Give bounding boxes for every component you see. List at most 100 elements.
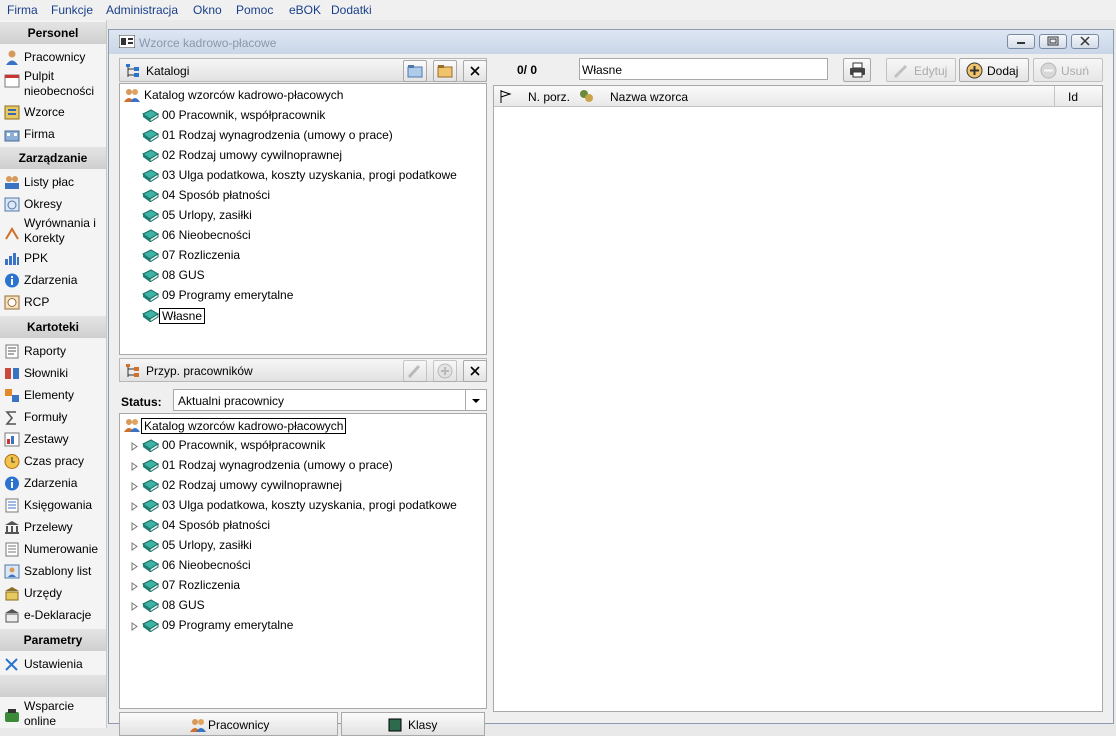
tab-pracownicy[interactable]: Pracownicy <box>119 712 338 736</box>
sidebar-item-e-deklaracje[interactable]: e-Deklaracje <box>2 605 104 625</box>
assign-header: Przyp. pracowników <box>119 358 487 382</box>
sidebar-item-zdarzenia-2[interactable]: Zdarzenia <box>2 473 104 493</box>
sidebar-item-szablony[interactable]: Szablony list <box>2 561 104 581</box>
delete-assign-button[interactable] <box>463 360 487 382</box>
menu-administracja[interactable]: Administracja <box>106 3 178 17</box>
tree-node-label: 06 Nieobecności <box>162 228 251 242</box>
users-icon <box>124 88 141 102</box>
tree-node-label: 00 Pracownik, współpracownik <box>162 108 326 122</box>
users-icon <box>190 718 206 735</box>
sidebar: Personel Pracownicy Pulpit nieobecności … <box>0 20 107 728</box>
sidebar-item-wyrownania[interactable]: Wyrównania i Korekty <box>2 216 104 245</box>
add-catalog-button[interactable] <box>403 60 427 82</box>
section-kartoteki[interactable]: Kartoteki <box>0 316 106 338</box>
expand-arrow-icon[interactable] <box>131 520 138 531</box>
catalog-field[interactable]: Własne <box>579 58 828 80</box>
delete-button[interactable]: Usuń <box>1033 58 1103 82</box>
period-icon <box>4 197 20 212</box>
edit-assign-button[interactable] <box>403 360 427 382</box>
flag-icon[interactable] <box>498 89 512 106</box>
sidebar-item-zestawy[interactable]: Zestawy <box>2 429 104 449</box>
status-select[interactable]: Aktualni pracownicy <box>173 389 487 411</box>
column-n-porz[interactable]: N. porz. <box>528 90 570 104</box>
tree-node-label: 01 Rodzaj wynagrodzenia (umowy o prace) <box>162 128 393 142</box>
section-empty <box>0 675 106 697</box>
expand-arrow-icon[interactable] <box>131 540 138 551</box>
sidebar-item-przelewy[interactable]: Przelewy <box>2 517 104 537</box>
expand-arrow-icon[interactable] <box>131 580 138 591</box>
class-icon <box>388 718 402 735</box>
menu-funkcje[interactable]: Funkcje <box>51 3 93 17</box>
close-window-button[interactable] <box>1071 34 1099 49</box>
sidebar-item-firma[interactable]: Firma <box>2 124 104 144</box>
delete-catalog-button[interactable] <box>463 60 487 82</box>
delete-button-label: Usuń <box>1061 64 1090 78</box>
section-personel[interactable]: Personel <box>0 22 106 44</box>
expand-arrow-icon[interactable] <box>131 500 138 511</box>
sidebar-item-label: RCP <box>24 295 50 309</box>
sidebar-item-rcp[interactable]: RCP <box>2 292 104 312</box>
sidebar-item-ksiegowania[interactable]: Księgowania <box>2 495 104 515</box>
tree-node-label: 04 Sposób płatności <box>162 188 271 202</box>
menu-ebok[interactable]: eBOK <box>289 3 321 17</box>
add-button[interactable]: Dodaj <box>959 58 1029 82</box>
menu-pomoc[interactable]: Pomoc <box>236 3 273 17</box>
expand-arrow-icon[interactable] <box>131 460 138 471</box>
print-button[interactable] <box>843 58 871 82</box>
sidebar-item-wsparcie[interactable]: Wsparcie online <box>2 699 104 728</box>
tree-icon <box>125 64 141 78</box>
sidebar-item-pracownicy[interactable]: Pracownicy <box>2 47 104 67</box>
sidebar-item-zdarzenia[interactable]: Zdarzenia <box>2 270 104 290</box>
user-icon <box>4 50 20 65</box>
expand-arrow-icon[interactable] <box>131 560 138 571</box>
bank-icon <box>4 520 20 535</box>
sidebar-item-elementy[interactable]: Elementy <box>2 385 104 405</box>
sidebar-item-wzorce[interactable]: Wzorce <box>2 102 104 122</box>
menu-dodatki[interactable]: Dodatki <box>331 3 372 17</box>
sidebar-item-okresy[interactable]: Okresy <box>2 194 104 214</box>
chevron-down-icon[interactable] <box>465 390 486 410</box>
sidebar-item-pulpit[interactable]: Pulpit nieobecności <box>2 69 104 98</box>
sidebar-item-urzedy[interactable]: Urzędy <box>2 583 104 603</box>
expand-arrow-icon[interactable] <box>131 480 138 491</box>
time-clock-icon <box>4 295 20 310</box>
window-titlebar[interactable]: Wzorce kadrowo-płacowe <box>109 30 1113 54</box>
section-zarzadzanie[interactable]: Zarządzanie <box>0 147 106 169</box>
edit-catalog-button[interactable] <box>433 60 457 82</box>
sidebar-item-ustawienia[interactable]: Ustawienia <box>2 654 104 674</box>
add-assign-button[interactable] <box>433 360 457 382</box>
printer-icon <box>849 62 866 81</box>
minimize-button[interactable] <box>1007 34 1035 49</box>
menu-bar: Firma Funkcje Administracja Okno Pomoc e… <box>0 0 1116 20</box>
tree-node-label: 05 Urlopy, zasiłki <box>162 538 252 552</box>
expand-arrow-icon[interactable] <box>131 600 138 611</box>
catalogs-tree: Katalog wzorców kadrowo-płacowych 00 Prac… <box>119 83 487 355</box>
sidebar-item-formuly[interactable]: Formuły <box>2 407 104 427</box>
sidebar-item-czas-pracy[interactable]: Czas pracy <box>2 451 104 471</box>
sidebar-item-label: Szablony list <box>24 564 92 578</box>
tree-node-label: 08 GUS <box>162 268 205 282</box>
menu-okno[interactable]: Okno <box>193 3 222 17</box>
tab-klasy[interactable]: Klasy <box>341 712 485 736</box>
column-id[interactable]: Id <box>1068 90 1078 104</box>
section-parametry[interactable]: Parametry <box>0 629 106 651</box>
sidebar-item-listy-plac[interactable]: Listy płac <box>2 172 104 192</box>
payroll-icon <box>4 175 20 190</box>
attachment-icon[interactable] <box>578 88 594 107</box>
column-divider <box>1054 86 1055 106</box>
sidebar-item-numerowanie[interactable]: Numerowanie <box>2 539 104 559</box>
elements-icon <box>4 388 20 403</box>
column-nazwa-wzorca[interactable]: Nazwa wzorca <box>610 90 688 104</box>
maximize-button[interactable] <box>1039 34 1067 49</box>
sidebar-item-label: Listy płac <box>24 175 75 189</box>
sidebar-item-raporty[interactable]: Raporty <box>2 341 104 361</box>
book-icon <box>142 248 159 263</box>
expand-arrow-icon[interactable] <box>131 440 138 451</box>
edit-button[interactable]: Edytuj <box>886 58 956 82</box>
sidebar-item-slowniki[interactable]: Słowniki <box>2 363 104 383</box>
expand-arrow-icon[interactable] <box>131 620 138 631</box>
tree-node-label: 01 Rodzaj wynagrodzenia (umowy o prace) <box>162 458 393 472</box>
book-icon <box>142 558 159 573</box>
menu-firma[interactable]: Firma <box>7 3 38 17</box>
sidebar-item-ppk[interactable]: PPK <box>2 248 104 268</box>
